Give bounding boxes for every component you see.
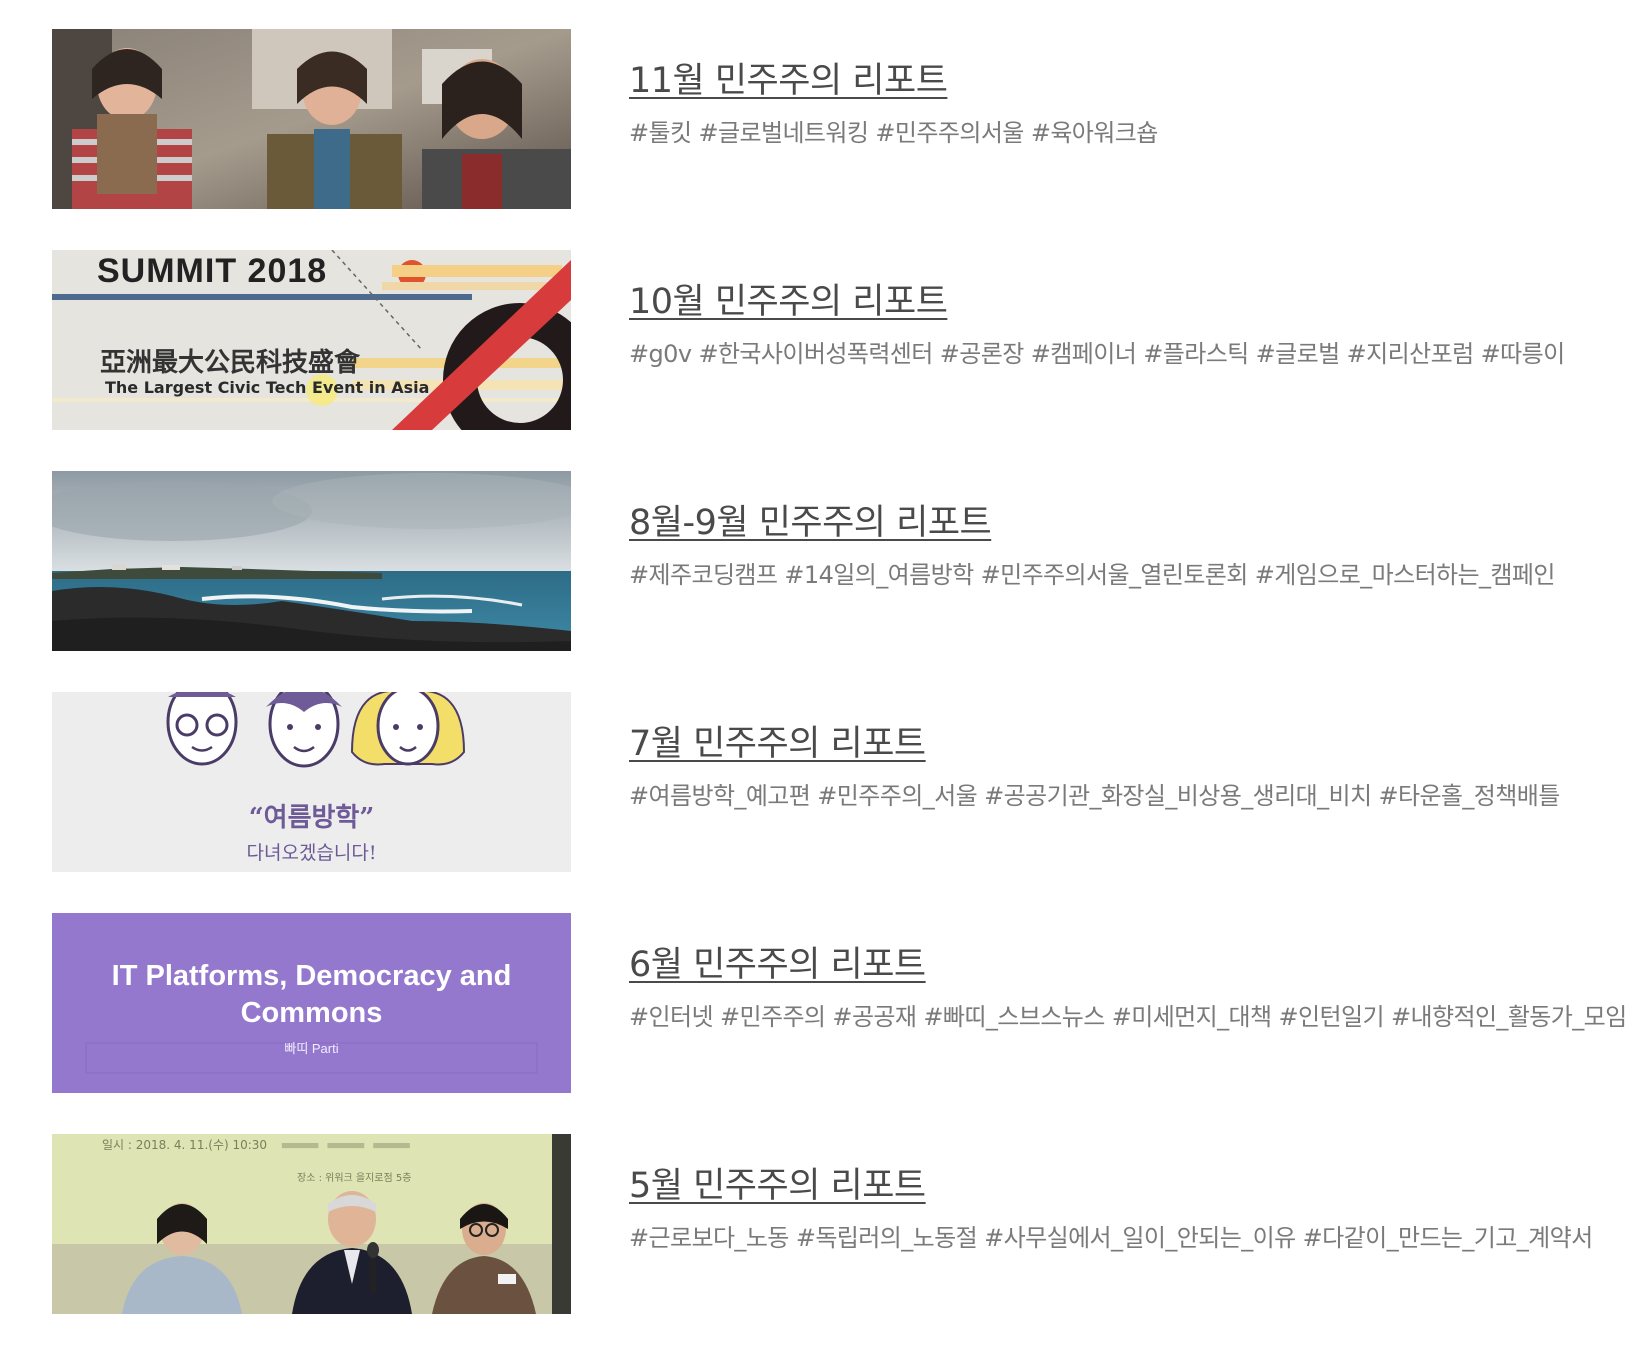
report-title-link[interactable]: 8월-9월 민주주의 리포트 [629, 501, 992, 545]
report-text: 10월 민주주의 리포트 #g0v #한국사이버성폭력센터 #공론장 #캠페이너… [629, 280, 1612, 370]
workshop-photo-image [52, 29, 571, 209]
report-item: “여름방학” 다녀오겠습니다! 7월 민주주의 리포트 #여름방학_예고편 #민… [52, 692, 1612, 872]
report-text: 6월 민주주의 리포트 #인터넷 #민주주의 #공공재 #빠띠_스브스뉴스 #미… [629, 943, 1627, 1033]
report-item: 11월 민주주의 리포트 #툴킷 #글로벌네트워킹 #민주주의서울 #육아워크숍 [52, 29, 1612, 209]
report-text: 5월 민주주의 리포트 #근로보다_노동 #독립러의_노동절 #사무실에서_일이… [629, 1164, 1612, 1254]
report-thumbnail-it-platforms-card[interactable]: IT Platforms, Democracy and Commons 빠띠 P… [52, 913, 571, 1093]
report-tags: #인터넷 #민주주의 #공공재 #빠띠_스브스뉴스 #미세먼지_대책 #인턴일기… [629, 1003, 1627, 1031]
svg-text:━━ ━━ ━━: ━━ ━━ ━━ [281, 1134, 410, 1164]
report-title-link[interactable]: 11월 민주주의 리포트 [629, 59, 948, 103]
report-item: ━━ ━━ ━━ 일시 : 2018. 4. 11.(수) 10:30 장소:… [52, 1134, 1612, 1314]
report-tags: #툴킷 #글로벌네트워킹 #민주주의서울 #육아워크숍 [629, 119, 1158, 147]
report-thumbnail-summit-banner[interactable]: SUMMIT 2018 亞洲最大公民科技盛會 The Largest Civic… [52, 250, 571, 430]
report-title-link[interactable]: 5월 민주주의 리포트 [629, 1164, 926, 1208]
report-title-link[interactable]: 7월 민주주의 리포트 [629, 722, 926, 766]
summit-banner-heading: SUMMIT 2018 [97, 252, 328, 290]
report-tags: #여름방학_예고편 #민주주의_서울 #공공기관_화장실_비상용_생리대_비치 … [629, 782, 1560, 810]
summit-banner-cjk-text: 亞洲最大公民科技盛會 [100, 348, 361, 378]
report-text: 11월 민주주의 리포트 #툴킷 #글로벌네트워킹 #민주주의서울 #육아워크숍 [629, 59, 1612, 149]
summit-banner-subtitle: The Largest Civic Tech Event in Asia [105, 378, 430, 397]
panel-event-date: 일시 : 2018. 4. 11.(수) 10:30 [102, 1138, 268, 1152]
report-tags: #g0v #한국사이버성폭력센터 #공론장 #캠페이너 #플라스틱 #글로벌 #… [629, 340, 1565, 368]
summer-break-quote: “여름방학” [248, 803, 375, 833]
report-tags: #제주코딩캠프 #14일의_여름방학 #민주주의서울_열린토론회 #게임으로_마… [629, 561, 1555, 589]
report-text: 7월 민주주의 리포트 #여름방학_예고편 #민주주의_서울 #공공기관_화장실… [629, 722, 1612, 812]
report-thumbnail-coast-photo[interactable] [52, 471, 571, 651]
report-text: 8월-9월 민주주의 리포트 #제주코딩캠프 #14일의_여름방학 #민주주의서… [629, 501, 1612, 591]
it-platforms-heading: IT Platforms, Democracy and Commons [111, 960, 512, 1029]
coast-photo-image [52, 471, 571, 651]
report-list: 11월 민주주의 리포트 #툴킷 #글로벌네트워킹 #민주주의서울 #육아워크숍… [52, 29, 1627, 1355]
report-item: IT Platforms, Democracy and Commons 빠띠 P… [52, 913, 1627, 1093]
report-thumbnail-panel-photo[interactable]: ━━ ━━ ━━ 일시 : 2018. 4. 11.(수) 10:30 장소:… [52, 1134, 571, 1314]
panel-photo-image: ━━ ━━ ━━ [52, 1134, 571, 1314]
report-thumbnail-summer-break-card[interactable]: “여름방학” 다녀오겠습니다! [52, 692, 571, 872]
it-platforms-subtext: 빠띠 Parti [284, 1041, 339, 1056]
report-title-link[interactable]: 10월 민주주의 리포트 [629, 280, 948, 324]
panel-event-place: 장소 : 위워크 을지로점 5층 [297, 1173, 412, 1184]
report-item: SUMMIT 2018 亞洲最大公民科技盛會 The Largest Civic… [52, 250, 1612, 430]
report-item: 8월-9월 민주주의 리포트 #제주코딩캠프 #14일의_여름방학 #민주주의서… [52, 471, 1612, 651]
summer-break-subtext: 다녀오겠습니다! [246, 842, 377, 864]
report-tags: #근로보다_노동 #독립러의_노동절 #사무실에서_일이_안되는_이유 #다같이… [629, 1224, 1593, 1252]
report-title-link[interactable]: 6월 민주주의 리포트 [629, 943, 926, 987]
report-thumbnail-workshop-photo[interactable] [52, 29, 571, 209]
